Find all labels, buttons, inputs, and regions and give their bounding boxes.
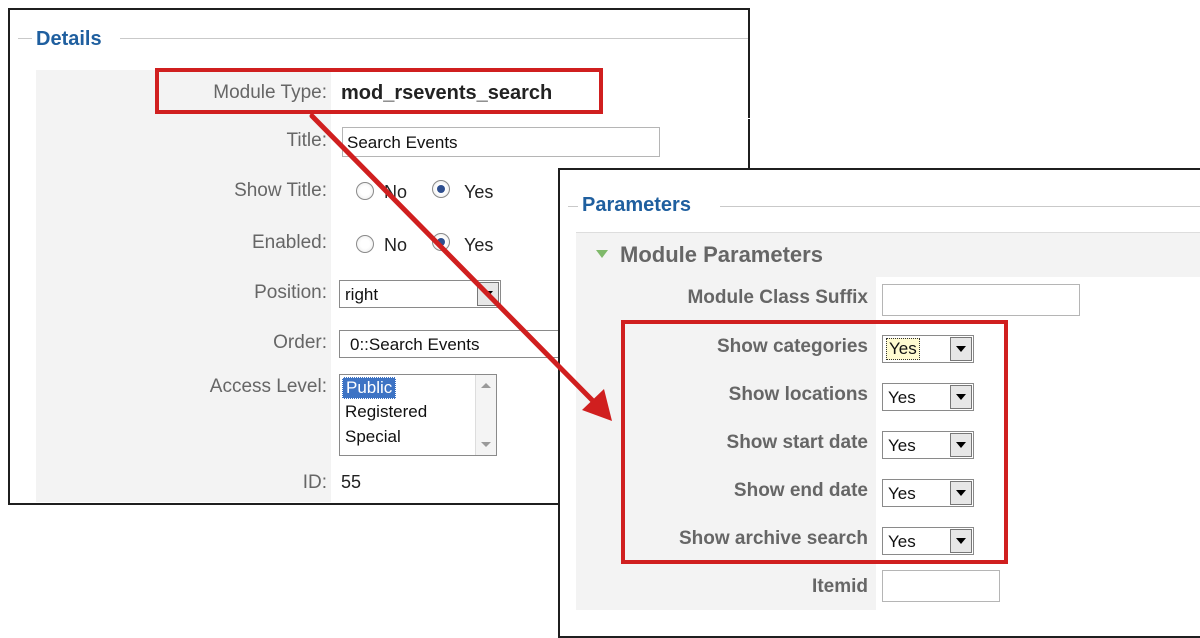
annotation-arrow-line xyxy=(309,113,597,405)
annotation-arrow-icon xyxy=(309,113,612,421)
